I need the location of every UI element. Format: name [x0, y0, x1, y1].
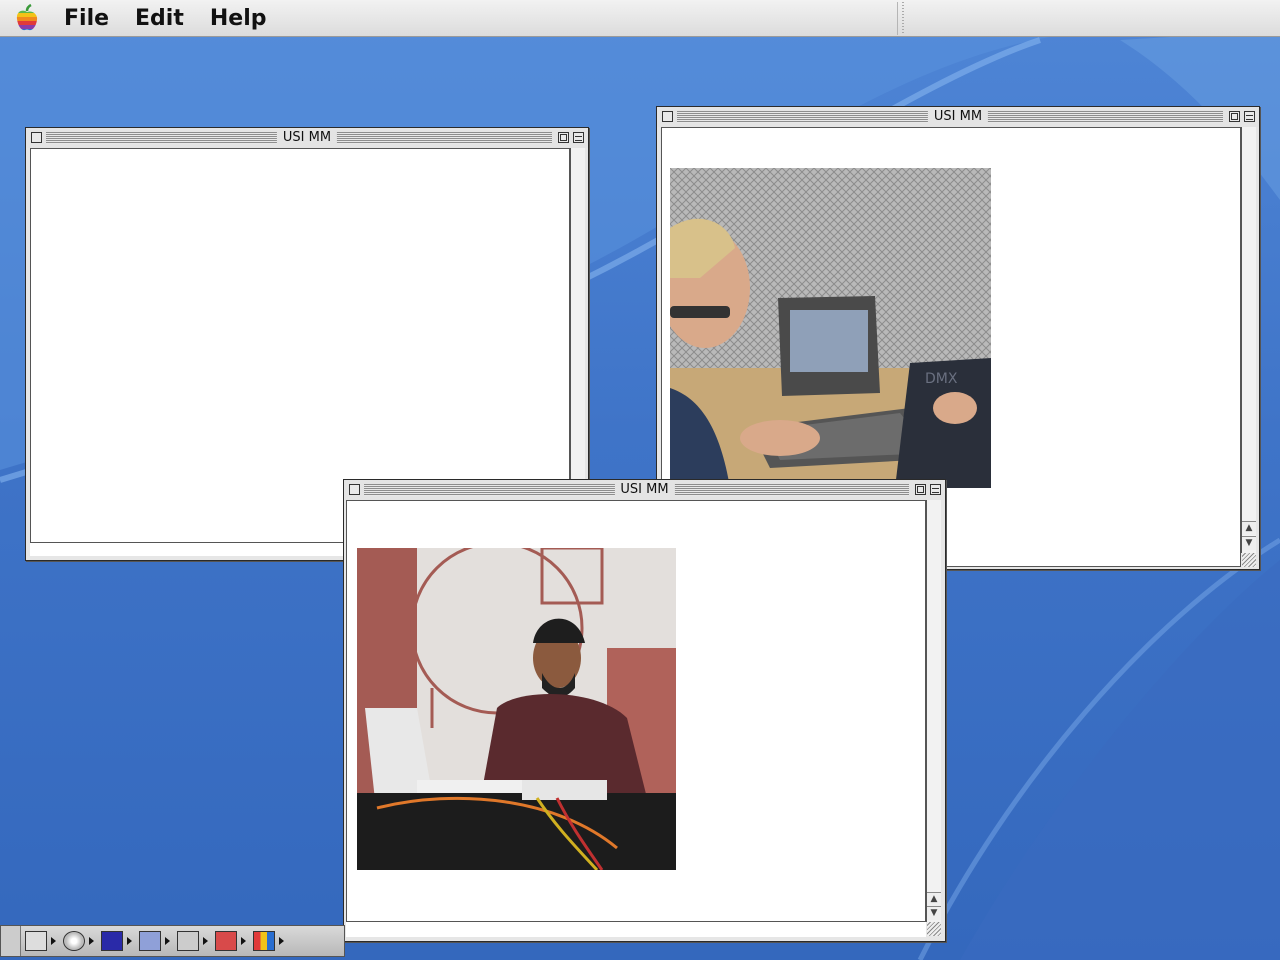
close-box-icon[interactable] — [349, 484, 360, 495]
close-box-icon[interactable] — [662, 111, 673, 122]
zoom-box-icon[interactable] — [1229, 111, 1240, 122]
keychain-lock-icon[interactable] — [173, 927, 211, 955]
resize-grip-icon[interactable] — [927, 922, 941, 936]
resize-grip-icon[interactable] — [1242, 553, 1256, 567]
menu-file[interactable]: File — [64, 6, 109, 31]
cd-icon[interactable] — [59, 927, 97, 955]
window-title: USI MM — [276, 129, 338, 147]
window-title: USI MM — [927, 108, 989, 126]
file-sharing-icon[interactable] — [135, 927, 173, 955]
photo-performer-laptop — [357, 548, 676, 870]
close-box-icon[interactable] — [31, 132, 42, 143]
collapse-box-icon[interactable] — [1244, 111, 1255, 122]
scroll-down-arrow-icon[interactable]: ▼ — [1242, 536, 1256, 550]
scroll-down-arrow-icon[interactable]: ▼ — [927, 906, 941, 920]
svg-text:DMX: DMX — [925, 371, 958, 387]
window-left-titlebar[interactable]: USI MM — [26, 128, 588, 148]
zoom-box-icon[interactable] — [558, 132, 569, 143]
control-strip-tab[interactable] — [1, 926, 21, 956]
color-depth-icon[interactable] — [249, 927, 287, 955]
control-strip[interactable] — [0, 925, 345, 957]
vertical-scrollbar[interactable]: ▲ ▼ — [1241, 127, 1256, 553]
window-front[interactable]: USI MM ▲ ▼ — [343, 479, 946, 942]
sleep-moon-icon[interactable] — [97, 927, 135, 955]
menu-edit[interactable]: Edit — [135, 6, 184, 31]
window-right-titlebar[interactable]: USI MM — [657, 107, 1259, 127]
monitor-icon[interactable] — [21, 927, 59, 955]
collapse-box-icon[interactable] — [930, 484, 941, 495]
collapse-box-icon[interactable] — [573, 132, 584, 143]
window-title: USI MM — [614, 481, 675, 499]
scroll-up-arrow-icon[interactable]: ▲ — [927, 892, 941, 906]
menu-bar: File Edit Help — [0, 0, 1280, 37]
horizontal-scrollbar[interactable] — [346, 921, 926, 937]
scroll-up-arrow-icon[interactable]: ▲ — [1242, 521, 1256, 535]
menu-bar-divider[interactable] — [897, 2, 907, 35]
apple-rainbow-icon[interactable] — [12, 3, 42, 33]
window-front-titlebar[interactable]: USI MM — [344, 480, 945, 500]
vertical-scrollbar[interactable]: ▲ ▼ — [926, 500, 941, 922]
photo-laptop-dmx: DMX — [670, 168, 991, 488]
zoom-box-icon[interactable] — [915, 484, 926, 495]
menu-help[interactable]: Help — [210, 6, 267, 31]
remote-access-icon[interactable] — [211, 927, 249, 955]
